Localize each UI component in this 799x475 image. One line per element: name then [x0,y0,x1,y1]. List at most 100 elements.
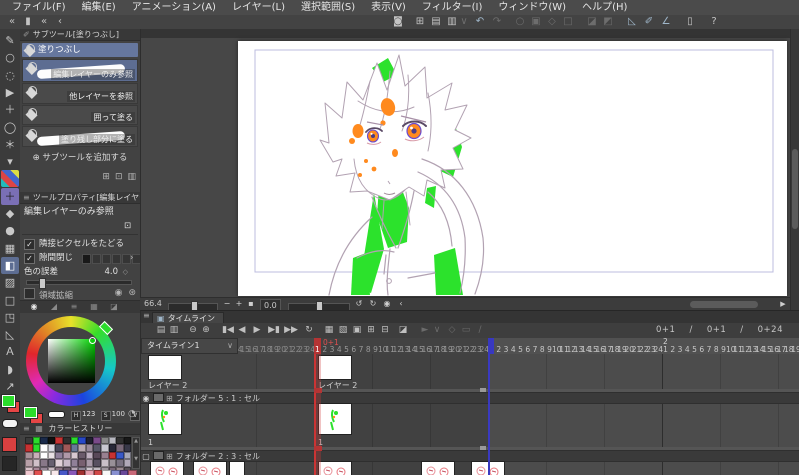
fill-select-icon[interactable]: ◪ [584,15,600,29]
color-wheel-tab[interactable]: ◉ [26,301,42,313]
history-swatch[interactable] [123,459,132,467]
history-swatch[interactable] [123,437,132,445]
workspace-icon[interactable]: ◙ [390,15,406,29]
history-swatch[interactable] [93,451,101,460]
cel-thumbnail[interactable] [318,403,352,435]
palette-swatch[interactable] [85,470,94,475]
toolbar-foreground-color-chip[interactable] [1,394,16,408]
expand-selection-icon[interactable]: □ [560,15,576,29]
transparent-color-chip[interactable] [48,411,65,418]
timeline-ruler[interactable]: 1011121314151617181920212223241234567891… [141,338,799,354]
play-icon[interactable]: ▶ [251,323,263,338]
rotate-ccw-button[interactable]: ↺ [354,298,364,310]
history-swatch[interactable] [70,437,79,445]
history-swatch[interactable] [108,459,117,467]
palette-swatch[interactable] [25,470,34,475]
cel-thumbnail[interactable] [193,461,227,475]
color-history-scrollbar[interactable]: ▲ ▼ [132,437,140,469]
history-swatch[interactable] [62,437,71,445]
cel-thumbnail[interactable] [148,403,182,435]
frame-tool[interactable]: ◳ [1,309,19,326]
reset-view-button[interactable]: ◉ [382,298,392,310]
auto-select-tool[interactable]: ＊ [1,136,19,153]
save-menu-icon[interactable]: ∨ [456,15,472,29]
canvas-horizontal-scrollbar[interactable] [690,301,758,308]
subtool-detail-icon[interactable]: ⊛ [128,288,136,298]
subtool-item-2[interactable]: 他レイヤーを参照 [22,83,138,104]
decoration-tool[interactable]: ▩ [1,170,19,188]
checkbox[interactable]: ✓ [24,253,35,264]
invert-selection-icon[interactable]: ◇ [544,15,560,29]
history-swatch[interactable] [70,459,79,467]
timeline-new-icon[interactable]: ▤ [155,323,167,338]
history-swatch[interactable] [108,437,117,445]
gradient-tool[interactable]: ▨ [1,274,19,291]
history-swatch[interactable] [85,437,94,445]
panel-menu-icon[interactable]: ≡ [143,311,150,320]
palette-swatch[interactable] [93,470,103,475]
property-option-1[interactable]: ✓ 隙間閉じ › [24,253,141,264]
spinner-icon[interactable]: ◇ [123,267,128,278]
cel-settings-icon[interactable]: ▣ [351,323,363,338]
stream-line-tool[interactable]: ↗ [1,378,19,395]
snap-special-icon[interactable]: ✐ [641,15,657,29]
toolbar-swatch-red[interactable] [2,437,17,452]
rotate-cw-button[interactable]: ↻ [368,298,378,310]
redo-icon[interactable]: ↷ [489,15,505,29]
zoom-in-icon[interactable]: ⊕ [200,323,212,338]
zoom-out-button[interactable]: − [222,298,232,310]
cel-thumbnail[interactable] [148,355,182,380]
eraser-tool[interactable]: ◆ [1,205,19,222]
cel-thumbnail[interactable] [318,355,352,380]
history-swatch[interactable] [47,444,56,452]
menu-item-5[interactable]: 表示(V) [363,0,414,15]
history-swatch[interactable] [85,451,94,460]
subtool-item-0[interactable]: 塗りつぶし [22,43,138,57]
reselect-icon[interactable]: ▣ [528,15,544,29]
new-subtool-icon[interactable]: ⊞ [102,172,110,182]
cel-thumbnail[interactable] [150,461,184,475]
pencil-icon[interactable]: ∕ [474,323,486,338]
history-swatch[interactable] [25,451,33,460]
color-mixer-icon[interactable]: ◔ [128,409,136,419]
palette-swatch[interactable] [50,470,60,475]
help-icon[interactable]: ? [706,15,722,29]
history-swatch[interactable] [32,437,41,445]
stepper-expand-icon[interactable]: › [130,253,133,264]
history-swatch[interactable] [100,459,109,467]
cel-thumbnail[interactable] [318,461,352,475]
palette-swatch[interactable] [128,470,137,475]
collapse-small-icon[interactable]: ‹ [52,15,68,29]
approx-color-tab[interactable]: ◪ [106,301,122,313]
lasso-tool[interactable]: ◯ [1,119,19,136]
history-swatch[interactable] [40,437,48,445]
history-swatch[interactable] [78,459,86,467]
history-swatch[interactable] [40,451,48,460]
snap-grid-icon[interactable]: ∠ [658,15,674,29]
history-swatch[interactable] [78,451,86,460]
scroll-right-arrow[interactable]: ▶ [778,298,788,310]
clear-select-icon[interactable]: ◩ [600,15,616,29]
folder5-header[interactable]: ◉ ⊞ フォルダー 5 : 1 : セル [141,392,799,404]
foreground-color-chip[interactable] [23,406,38,419]
history-swatch[interactable] [123,451,132,460]
collapse-left-icon[interactable]: « [4,15,20,29]
history-swatch[interactable] [100,437,109,445]
onion-skin-icon[interactable]: ◪ [397,323,409,338]
playback-end-line[interactable] [488,354,490,475]
history-swatch[interactable] [70,444,79,452]
cel-thumbnail[interactable] [421,461,455,475]
label-icon[interactable]: ▭ [460,323,472,338]
history-swatch[interactable] [78,444,86,452]
history-swatch[interactable] [70,451,79,460]
playhead-line[interactable] [314,354,316,475]
delete-cel-icon[interactable]: ⊟ [379,323,391,338]
history-swatch[interactable] [108,451,117,460]
object-tool[interactable]: ▶ [1,84,19,101]
palette-swatch[interactable] [102,470,111,475]
menu-item-6[interactable]: フィルター(I) [414,0,491,15]
next-frame-icon[interactable]: ▶▮ [265,323,283,338]
subtool-item-4[interactable]: 塗り残し部分に塗る [22,126,138,147]
history-swatch[interactable] [123,444,132,452]
palette-swatch[interactable] [67,470,77,475]
